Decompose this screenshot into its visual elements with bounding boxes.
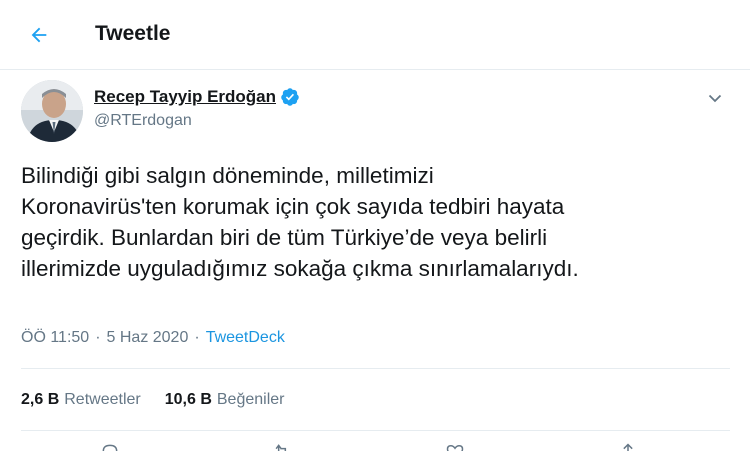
retweets-label: Retweetler bbox=[64, 391, 141, 408]
header: Tweetle bbox=[0, 0, 750, 70]
likes-label: Beğeniler bbox=[216, 391, 285, 408]
tweet-date[interactable]: 5 Haz 2020 bbox=[107, 329, 189, 347]
likes-stat[interactable]: 10,6 B Beğeniler bbox=[165, 391, 285, 409]
share-icon[interactable] bbox=[618, 442, 638, 451]
tweet-actions bbox=[0, 440, 750, 451]
avatar[interactable] bbox=[21, 80, 83, 142]
tweet-stats: 2,6 B Retweetler 10,6 B Beğeniler bbox=[21, 391, 308, 409]
tweet-text: Bilindiği gibi salgın döneminde, milleti… bbox=[21, 163, 579, 281]
likes-count: 10,6 B bbox=[164, 391, 212, 408]
retweets-count: 2,6 B bbox=[21, 391, 60, 408]
page-title: Tweetle bbox=[95, 22, 171, 45]
meta-separator: · bbox=[194, 329, 200, 346]
tweet-meta: ÖÖ 11:50 · 5 Haz 2020 · TweetDeck bbox=[21, 329, 285, 347]
author-name-row: Recep Tayyip Erdoğan bbox=[94, 87, 300, 107]
back-button[interactable] bbox=[22, 18, 56, 52]
like-icon[interactable] bbox=[445, 442, 465, 451]
profile-photo-icon bbox=[21, 80, 83, 142]
reply-icon[interactable] bbox=[100, 442, 120, 451]
author-display-name[interactable]: Recep Tayyip Erdoğan bbox=[94, 87, 276, 107]
meta-separator: · bbox=[95, 329, 101, 346]
verified-badge-icon bbox=[281, 88, 299, 106]
back-arrow-icon bbox=[31, 27, 47, 43]
tweet-source-link[interactable]: TweetDeck bbox=[206, 329, 285, 347]
chevron-down-icon[interactable] bbox=[703, 86, 727, 110]
tweet-time[interactable]: ÖÖ 11:50 bbox=[21, 329, 89, 347]
divider bbox=[21, 430, 730, 431]
divider bbox=[21, 368, 730, 369]
author-handle[interactable]: @RTErdogan bbox=[94, 112, 192, 130]
retweets-stat[interactable]: 2,6 B Retweetler bbox=[21, 391, 141, 409]
retweet-icon[interactable] bbox=[272, 442, 292, 451]
